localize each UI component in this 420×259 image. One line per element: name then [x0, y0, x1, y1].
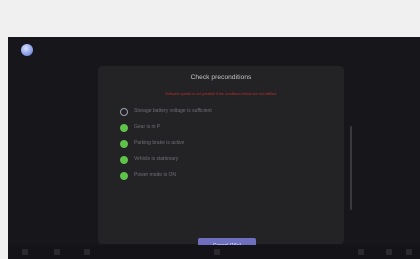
check-ok-icon — [120, 172, 128, 180]
check-ok-icon — [120, 156, 128, 164]
list-item: Vehicle is stationary — [120, 155, 330, 165]
list-item: Parking brake is active — [120, 139, 330, 149]
taskbar-app-icon[interactable] — [22, 249, 28, 255]
precondition-label: Parking brake is active — [134, 140, 185, 146]
user-avatar-icon[interactable] — [21, 44, 33, 56]
taskbar-app-icon[interactable] — [214, 249, 220, 255]
dialog-scrollbar[interactable] — [350, 126, 352, 210]
bottom-taskbar — [8, 245, 420, 259]
taskbar-app-icon[interactable] — [358, 249, 364, 255]
taskbar-app-icon[interactable] — [406, 249, 412, 255]
taskbar-app-icon[interactable] — [84, 249, 90, 255]
check-ok-icon — [120, 140, 128, 148]
taskbar-app-icon[interactable] — [54, 249, 60, 255]
list-item: Power mode is ON — [120, 171, 330, 181]
vehicle-screen: Check preconditions Software update is n… — [8, 37, 420, 259]
list-item: Gear is in P — [120, 123, 330, 133]
warning-message: Software update is not possible if the c… — [165, 92, 277, 96]
precondition-label: Gear is in P — [134, 124, 161, 130]
precondition-label: Storage battery voltage is sufficient — [134, 108, 212, 114]
check-ok-icon — [120, 124, 128, 132]
dialog-title: Check preconditions — [190, 74, 252, 81]
precondition-label: Power mode is ON — [134, 172, 176, 178]
taskbar-app-icon[interactable] — [386, 249, 392, 255]
list-item: Storage battery voltage is sufficient — [120, 107, 330, 117]
precondition-label: Vehicle is stationary — [134, 156, 179, 162]
precondition-dialog: Check preconditions Software update is n… — [98, 66, 352, 254]
pending-circle-icon — [120, 108, 128, 116]
